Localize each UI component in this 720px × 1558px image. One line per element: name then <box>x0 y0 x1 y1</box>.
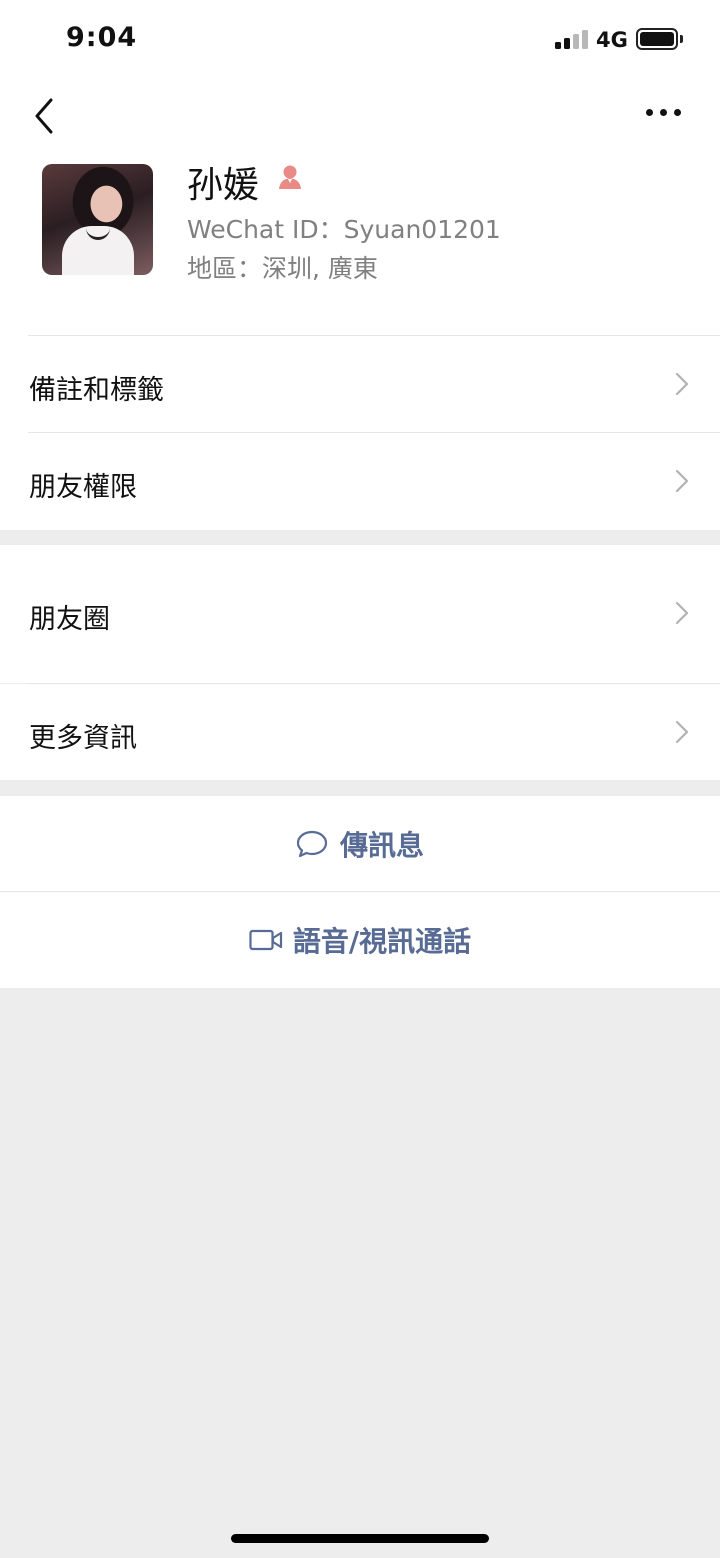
send-message-button[interactable]: 傳訊息 <box>0 796 720 891</box>
home-indicator <box>231 1534 489 1543</box>
voice-video-call-button[interactable]: 語音/視訊通話 <box>0 892 720 988</box>
row-label: 朋友權限 <box>29 472 137 503</box>
row-moments[interactable]: 朋友圈 <box>0 545 720 683</box>
row-label: 朋友圈 <box>29 604 110 635</box>
chevron-right-icon <box>675 720 689 744</box>
chevron-right-icon <box>675 469 689 493</box>
row-label: 更多資訊 <box>29 723 137 754</box>
chevron-right-icon <box>675 372 689 396</box>
profile-name: 孙媛 <box>187 165 260 206</box>
signal-icon <box>555 30 589 49</box>
row-friend-permissions[interactable]: 朋友權限 <box>0 433 720 529</box>
network-type: 4G <box>596 28 628 52</box>
video-camera-icon <box>249 929 282 951</box>
row-more-info[interactable]: 更多資訊 <box>0 684 720 780</box>
battery-icon <box>636 28 678 50</box>
region: 地區：深圳, 廣東 <box>187 254 378 283</box>
voice-video-call-label: 語音/視訊通話 <box>292 925 472 958</box>
female-icon <box>279 165 301 189</box>
avatar[interactable] <box>42 164 153 275</box>
row-notes-tags[interactable]: 備註和標籤 <box>0 336 720 432</box>
more-icon[interactable] <box>646 109 682 119</box>
status-bar: 9:04 4G <box>0 0 720 80</box>
row-label: 備註和標籤 <box>29 375 164 406</box>
chat-bubble-icon <box>296 830 328 857</box>
back-icon[interactable] <box>32 96 58 136</box>
wechat-id: WeChat ID：Syuan01201 <box>187 215 501 244</box>
chevron-right-icon <box>675 601 689 625</box>
send-message-label: 傳訊息 <box>339 828 424 862</box>
status-time: 9:04 <box>66 22 138 53</box>
battery-cap <box>680 35 683 43</box>
